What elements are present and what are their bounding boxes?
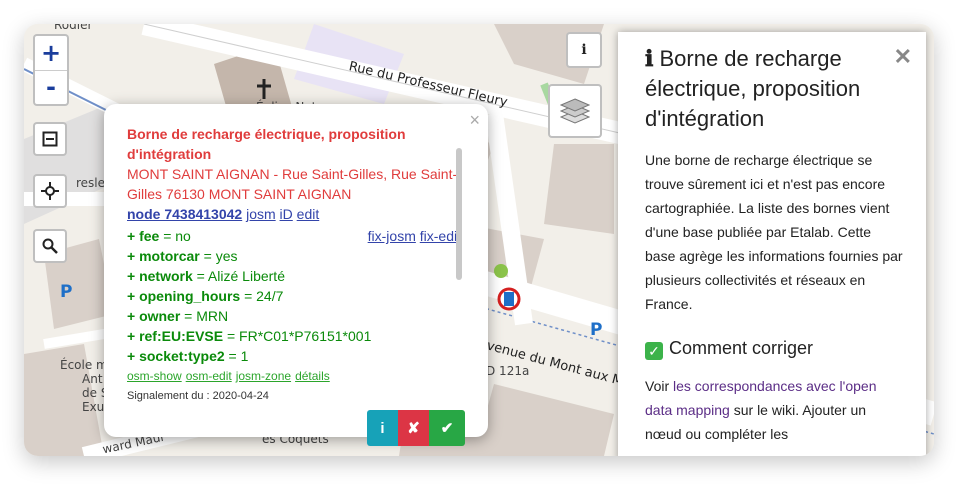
fix-instructions: Voir les correspondances avec l'open dat… (645, 378, 877, 442)
edit-link[interactable]: edit (297, 206, 320, 222)
accept-button[interactable]: ✔ (429, 410, 465, 446)
search-button[interactable] (33, 229, 67, 263)
layers-button[interactable] (548, 84, 602, 138)
crosshair-icon (41, 182, 59, 200)
layers-icon (560, 98, 590, 124)
popup-links: node 7438413042 josm iD edit (127, 204, 461, 224)
osm-show-link[interactable]: osm-show (127, 369, 182, 383)
search-icon (42, 238, 58, 254)
zoom-in-button[interactable]: + (35, 36, 67, 70)
info-icon: ℹ (645, 46, 654, 72)
top-label: Rodier (54, 24, 93, 32)
tag-list[interactable]: fix-josm fix-edit + fee = no + motorcar … (127, 226, 461, 366)
tag-row: + motorcar = yes (127, 248, 238, 264)
how-to-fix-heading: ✓ Comment corriger (645, 336, 905, 360)
fix-josm-link[interactable]: fix-josm (368, 228, 416, 244)
tag-row: + opening_hours = 24/7 (127, 288, 284, 304)
panel-title: ℹ Borne de recharge électrique, proposit… (645, 44, 891, 134)
street-partial-1: resle (76, 176, 106, 190)
info-action-button[interactable]: i (367, 410, 398, 446)
info-button[interactable]: i (566, 32, 602, 68)
reject-button[interactable]: ✘ (398, 410, 429, 446)
id-link[interactable]: iD (280, 206, 293, 222)
osm-links: osm-show osm-edit josm-zone détails (127, 368, 461, 384)
osm-edit-link[interactable]: osm-edit (186, 369, 232, 383)
panel-description: Une borne de recharge électrique se trou… (645, 152, 903, 312)
popup-action-buttons: i ✘ ✔ (367, 410, 465, 446)
school-label-2: Ant (82, 372, 103, 386)
school-label-1: École m (60, 358, 108, 372)
road-ref-label: D 121a (486, 364, 530, 378)
school-label-4: Exu (82, 400, 105, 414)
fix-edit-link[interactable]: fix-edit (420, 228, 461, 244)
tag-row: + socket:type2 = 1 (127, 348, 249, 364)
parking-icon: P (60, 282, 73, 302)
panel-close-icon[interactable]: ✕ (894, 44, 912, 70)
popup-content: Borne de recharge électrique, propositio… (127, 124, 461, 406)
tag-row: + ref:EU:EVSE = FR*C01*P76151*001 (127, 328, 372, 344)
panel-body: Une borne de recharge électrique se trou… (645, 148, 905, 446)
node-link[interactable]: node 7438413042 (127, 206, 242, 222)
popup-close-icon[interactable]: × (469, 110, 480, 131)
panel-title-text: Borne de recharge électrique, propositio… (645, 46, 861, 131)
report-date: Signalement du : 2020-04-24 (127, 390, 269, 402)
collapse-button[interactable] (33, 122, 67, 156)
app-frame: Rue du Professeur Fleury Avenue du Mont … (24, 24, 934, 456)
info-panel: ℹ Borne de recharge électrique, proposit… (618, 32, 926, 456)
issue-popup: × Borne de recharge électrique, proposit… (104, 104, 488, 446)
tag-row: + owner = MRN (127, 308, 229, 324)
popup-scrollbar[interactable] (456, 148, 462, 280)
popup-address: MONT SAINT AIGNAN - Rue Saint-Gilles, Ru… (127, 166, 458, 202)
josm-zone-link[interactable]: josm-zone (236, 369, 291, 383)
minus-box-icon (42, 131, 58, 147)
tag-row: + network = Alizé Liberté (127, 268, 285, 284)
parking-icon: P (590, 320, 603, 340)
josm-link[interactable]: josm (246, 206, 276, 222)
tag-actions: fix-josm fix-edit (368, 226, 461, 246)
zoom-out-button[interactable]: - (35, 69, 67, 105)
popup-title: Borne de recharge électrique, propositio… (127, 126, 406, 162)
locate-button[interactable] (33, 174, 67, 208)
check-icon: ✓ (645, 342, 663, 360)
details-link[interactable]: détails (295, 369, 330, 383)
zoom-control: + - (33, 34, 69, 106)
